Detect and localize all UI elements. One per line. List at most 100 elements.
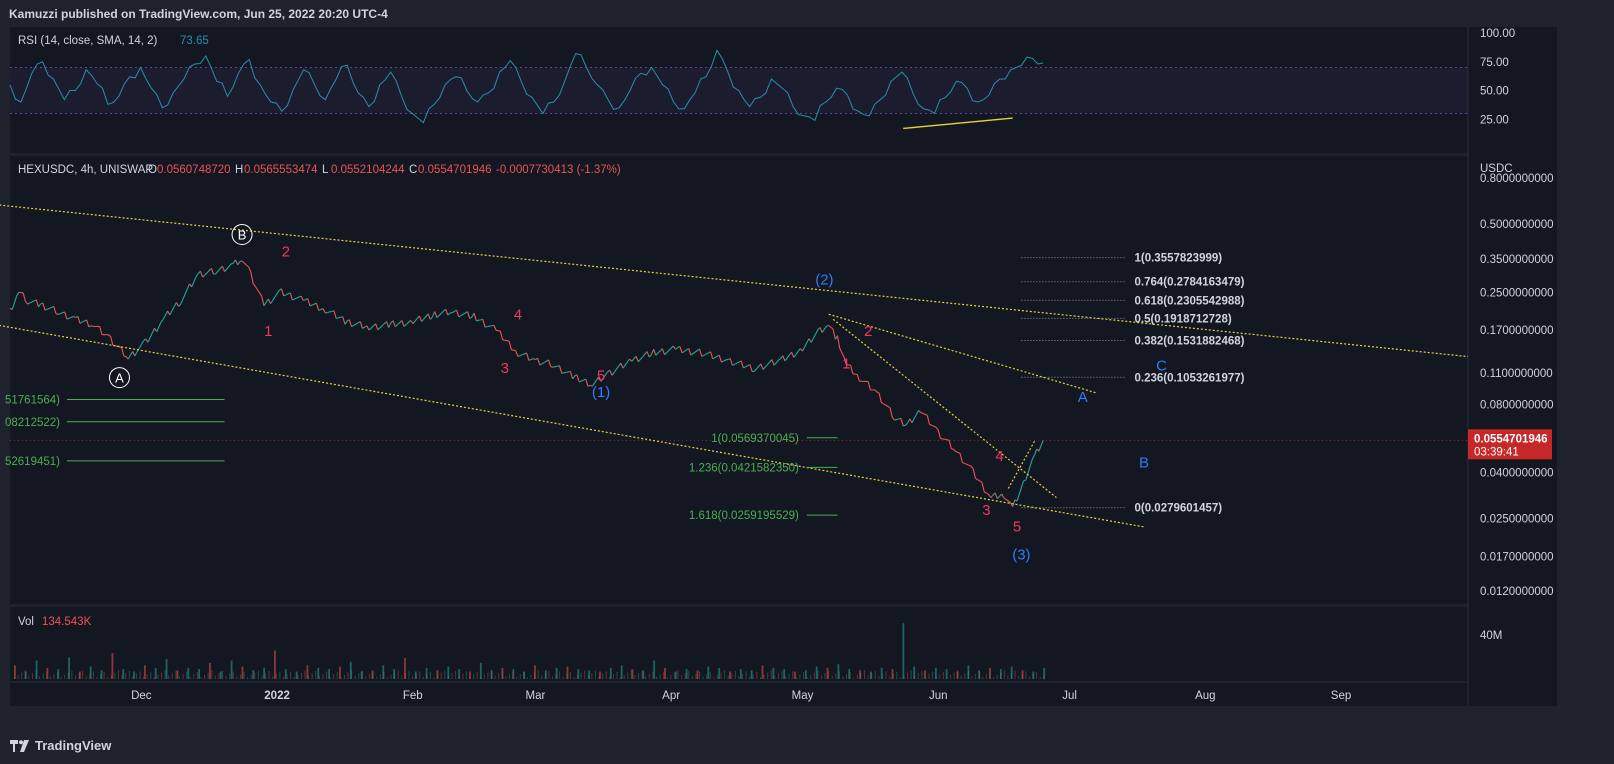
volume-bar-minor [268, 670, 270, 679]
volume-bar [772, 667, 775, 679]
wave-label-minor: 4 [995, 448, 1003, 465]
volume-bar-minor [487, 672, 489, 679]
volume-bar-minor [100, 674, 102, 679]
volume-pane [10, 607, 1468, 681]
legend-close-value: 0.0554701946 [418, 164, 492, 176]
volume-bar-minor [1000, 672, 1002, 679]
volume-bar-minor [390, 674, 392, 679]
volume-bar-minor [663, 671, 665, 679]
wave-label-minor: 1 [264, 323, 272, 340]
volume-bar-minor [85, 675, 87, 679]
volume-bar-minor [638, 673, 640, 679]
volume-bar-minor [928, 673, 930, 679]
rsi-legend-value: 73.65 [180, 35, 209, 47]
time-axis-month-label: Sep [1331, 690, 1351, 702]
volume-bar-minor [326, 671, 328, 679]
volume-bar-minor [695, 673, 697, 679]
price-axis-label: 0.0250000000 [1480, 514, 1554, 526]
volume-bar-minor [1043, 674, 1045, 679]
price-candle [1023, 479, 1026, 482]
volume-bar-minor [161, 672, 163, 679]
volume-bar-minor [17, 674, 19, 679]
volume-bar-minor [975, 673, 977, 679]
volume-bar-minor [742, 673, 744, 679]
volume-bar [122, 669, 125, 679]
wave-label-major: A [1078, 389, 1088, 406]
volume-bar-minor [756, 671, 758, 679]
volume-bar-minor [967, 670, 969, 679]
volume-bar-minor [749, 676, 751, 679]
price-candle [114, 345, 118, 347]
volume-bar-minor [605, 671, 607, 679]
volume-bar-minor [304, 670, 306, 679]
volume-bar-minor [530, 674, 532, 679]
volume-bar-minor [419, 671, 421, 679]
legend-open-label: O [148, 164, 157, 176]
volume-bar-minor [28, 675, 30, 679]
volume-bar-minor [483, 674, 485, 679]
volume-bar-minor [939, 674, 941, 679]
volume-bar-minor [207, 672, 209, 679]
volume-bar-minor [795, 676, 797, 679]
volume-bar-minor [358, 673, 360, 679]
volume-bar-minor [383, 671, 385, 679]
volume-bar-minor [569, 671, 571, 679]
volume-bar-minor [110, 674, 112, 679]
volume-bar-minor [53, 674, 55, 679]
price-candle [896, 418, 899, 421]
volume-bar-minor [465, 671, 467, 679]
volume-bar-minor [562, 676, 564, 679]
volume-bar-minor [200, 677, 202, 679]
volume-bar-minor [623, 674, 625, 679]
volume-bar-minor [125, 673, 127, 679]
volume-bar-minor [426, 674, 428, 679]
price-axis-label: 0.1700000000 [1480, 325, 1554, 337]
price-pane [10, 156, 1468, 604]
volume-bar-minor [670, 674, 672, 679]
volume-bar [750, 670, 753, 679]
volume-bar-minor [444, 670, 446, 679]
volume-bar-minor [35, 670, 37, 679]
rsi-axis-label: 100.00 [1480, 28, 1515, 40]
chart-canvas[interactable]: 100.00 75.00 50.00 25.00 RSI (14, close, SMA… [0, 0, 1614, 764]
volume-bar-minor [1003, 670, 1005, 679]
volume-bar-minor [738, 675, 740, 679]
volume-bar-minor [433, 677, 435, 679]
price-candle [329, 310, 332, 313]
volume-bar-minor [677, 670, 679, 679]
volume-bar-minor [211, 670, 213, 679]
volume-bar-minor [559, 671, 561, 679]
volume-bar-minor [250, 674, 252, 679]
volume-bar-minor [620, 677, 622, 679]
volume-bar-minor [143, 676, 145, 679]
volume-bar-minor [451, 673, 453, 679]
tradingview-brand[interactable]: TradingView [10, 738, 111, 753]
volume-bar-minor [681, 675, 683, 679]
volume-bar-minor [584, 670, 586, 679]
volume-bar-minor [777, 673, 779, 679]
volume-bar-minor [914, 675, 916, 679]
volume-bar-minor [118, 670, 120, 679]
wave-label-minor: 3 [982, 502, 990, 519]
volume-bar-minor [810, 674, 812, 679]
volume-bar-minor [397, 670, 399, 679]
price-axis-label: 0.0400000000 [1480, 467, 1554, 479]
volume-bar-minor [684, 673, 686, 679]
rsi-axis-label: 50.00 [1480, 86, 1509, 98]
volume-bar-minor [404, 673, 406, 679]
brand-name: TradingView [35, 738, 112, 753]
volume-bar-minor [924, 675, 926, 679]
publisher-line: Kamuzzi published on TradingView.com, Ju… [9, 7, 388, 21]
volume-bar-minor [96, 676, 98, 679]
volume-bar [154, 667, 157, 679]
volume-bar-minor [204, 674, 206, 679]
volume-bar-minor [835, 673, 837, 679]
rsi-axis-label: 75.00 [1480, 57, 1509, 69]
volume-bar-minor [49, 676, 51, 679]
volume-bar-minor [634, 675, 636, 679]
time-axis-month-label: Mar [525, 690, 545, 702]
volume-bar-minor [630, 670, 632, 679]
volume-bar-minor [498, 673, 500, 679]
price-axis-label: 0.0120000000 [1480, 586, 1554, 598]
volume-bar-minor [781, 670, 783, 679]
